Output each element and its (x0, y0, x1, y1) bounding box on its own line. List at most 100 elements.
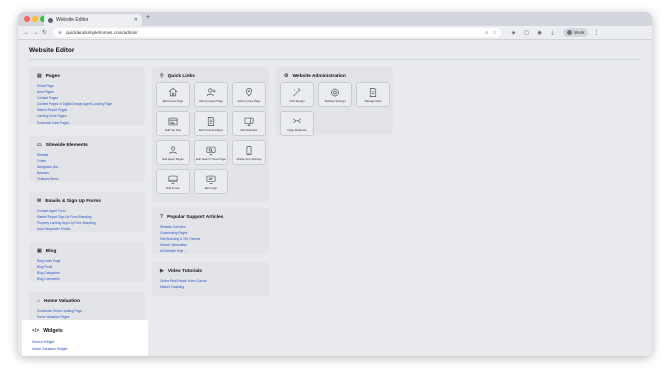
minimize-window-button[interactable] (32, 16, 38, 22)
blog-card-title: Blog (45, 248, 57, 254)
help-icon: ? (160, 214, 164, 220)
blog-link[interactable]: Blog Comments (37, 276, 145, 282)
address-bar-row: ← → ↻ ⊜ quicklandsimplehomes.com/admin/ … (18, 26, 652, 40)
browser-window: Website Editor ✕ + ← → ↻ ⊜ quicklandsimp… (18, 12, 652, 356)
widget-link[interactable]: Home Valuation Widget (32, 346, 148, 353)
link-icon: ⚲ (160, 73, 164, 79)
tile-edit-top-nav[interactable]: Edit Top Nav (156, 111, 190, 136)
tile-label: Edit Top Nav (165, 128, 181, 132)
user-plus-icon (206, 88, 216, 97)
account-button[interactable]: Work (563, 28, 589, 37)
phone-icon (246, 146, 252, 155)
video-link[interactable]: Market Coaching (160, 284, 269, 290)
bookmark-star-icon[interactable]: ☆ (493, 30, 497, 36)
admin-card-title: Website Administration (292, 73, 346, 79)
video-icon: ▶ (160, 268, 164, 274)
tile-css-design[interactable]: CSS Design (280, 82, 314, 107)
website-administration-card: ⚙ Website Administration CSS Design Websit… (276, 67, 393, 136)
widgets-card-title: Widgets (43, 328, 63, 334)
pages-card: ▤ Pages Home Page Area Pages Contact Pages C… (29, 67, 145, 125)
close-window-button[interactable] (24, 16, 30, 22)
search-screen-icon (206, 146, 216, 155)
tile-edit-home-page[interactable]: Edit Home Page (156, 82, 190, 107)
tile-edit-sidebars[interactable]: Edit Sidebars (232, 111, 266, 136)
quick-links-card: ⚲ Quick Links Edit Home Page Add an Agent … (152, 67, 269, 202)
back-icon[interactable]: ← (22, 30, 31, 36)
email-link[interactable]: Auto Responder Emails (37, 226, 145, 232)
tab-close-icon[interactable]: ✕ (134, 17, 138, 23)
redirect-icon (293, 118, 301, 124)
tile-manage-files[interactable]: Manage Files (356, 82, 390, 107)
tile-edit-agent-pages[interactable]: Edit Agent Pages (156, 140, 190, 165)
zoom-icon[interactable]: ⌕ (485, 30, 488, 36)
tile-label: Manage Files (364, 99, 382, 103)
tile-page-redirects[interactable]: Page Redirects (280, 111, 314, 136)
reload-icon[interactable]: ↻ (40, 29, 49, 36)
tile-edit-footer[interactable]: Edit Footer (156, 169, 190, 194)
tile-label: Edit Sidebars (240, 128, 258, 132)
sitewide-card-title: Sitewide Elements (45, 142, 88, 148)
profile-icon[interactable]: ◉ (535, 30, 544, 36)
footer-icon (168, 175, 178, 184)
home-icon (168, 87, 178, 97)
extension-icon[interactable]: ◈ (509, 30, 518, 36)
tile-label: CSS Design (289, 99, 305, 103)
tile-label: Add an Agent Page (198, 99, 224, 103)
tile-label: Edit Agent Pages (162, 157, 184, 161)
tile-label: Mobile App Settings (236, 157, 262, 161)
tile-add-an-agent-page[interactable]: Add an Agent Page (194, 82, 228, 107)
tile-label: Edit Footer (166, 186, 180, 190)
navbar-icon (168, 117, 178, 126)
url-text: quicklandsimplehomes.com/admin/ (66, 30, 138, 35)
sitewide-link[interactable]: Featured Items (37, 176, 145, 182)
tile-edit-content-pages[interactable]: Edit Content Pages (194, 111, 228, 136)
monitor-icon (244, 117, 254, 126)
support-link[interactable]: All Website Help → (160, 248, 269, 254)
title-divider (29, 59, 641, 60)
gear-icon (330, 88, 340, 97)
tile-label: Page Redirects (287, 128, 307, 132)
new-tab-button[interactable]: + (146, 14, 150, 21)
sidebar-icon[interactable]: ▢ (522, 30, 531, 36)
tile-label: Edit Home Page (162, 99, 184, 103)
tile-edit-search-three-page[interactable]: Edit Search Three Page (194, 140, 228, 165)
tile-label: Add an Area Page (237, 99, 261, 103)
admin-icon: ⚙ (284, 73, 289, 79)
support-articles-card: ? Popular Support Articles Website Overvi… (152, 208, 269, 254)
page-title: Website Editor (29, 47, 75, 54)
emails-card-title: Emails & Sign Up Forms (45, 198, 101, 204)
tile-label: Website Settings (324, 99, 346, 103)
user-icon (169, 146, 177, 155)
document-icon (207, 117, 215, 126)
browser-menu-icon[interactable]: ⋮ (593, 29, 599, 36)
site-info-icon[interactable]: ⊜ (58, 30, 63, 36)
sitewide-icon: ▭ (37, 142, 42, 148)
browser-tab[interactable]: Website Editor ✕ (44, 14, 142, 26)
home-valuation-icon: ⌂ (37, 298, 41, 304)
downloads-icon[interactable]: ⤓ (548, 30, 557, 36)
emails-card: ✉ Emails & Sign Up Forms Contact Agent Fo… (29, 192, 145, 232)
pin-plus-icon (245, 88, 253, 97)
home-valuation-card-title: Home Valuation (44, 298, 81, 304)
tile-mobile-app-settings[interactable]: Mobile App Settings (232, 140, 266, 165)
quick-links-title: Quick Links (167, 73, 195, 79)
tab-bar: Website Editor ✕ + (18, 12, 652, 26)
tile-label: Edit Content Pages (198, 128, 224, 132)
pages-card-title: Pages (45, 73, 60, 79)
sitewide-elements-card: ▭ Sitewide Elements Website Footer Navigati… (29, 136, 145, 182)
code-icon: </> (32, 328, 40, 334)
forward-icon[interactable]: → (31, 30, 40, 36)
blog-card: ▣ Blog Blog Index Page Blog Posts Blog Cate… (29, 242, 145, 282)
tile-edit-login[interactable]: Edit Login (194, 169, 228, 194)
login-icon (206, 175, 216, 184)
widgets-card: </> Widgets Search Widget Home Valuation W… (22, 320, 148, 356)
pages-icon: ▤ (37, 73, 42, 79)
tile-add-an-area-page[interactable]: Add an Area Page (232, 82, 266, 107)
pages-link[interactable]: Economic Zone Pages (37, 120, 145, 126)
account-label: Work (574, 30, 585, 35)
url-field[interactable]: ⊜ quicklandsimplehomes.com/admin/ ⌕ ☆ (53, 28, 501, 37)
tile-website-settings[interactable]: Website Settings (318, 82, 352, 107)
email-icon: ✉ (37, 198, 42, 204)
avatar (567, 30, 572, 35)
wand-icon (293, 88, 301, 97)
